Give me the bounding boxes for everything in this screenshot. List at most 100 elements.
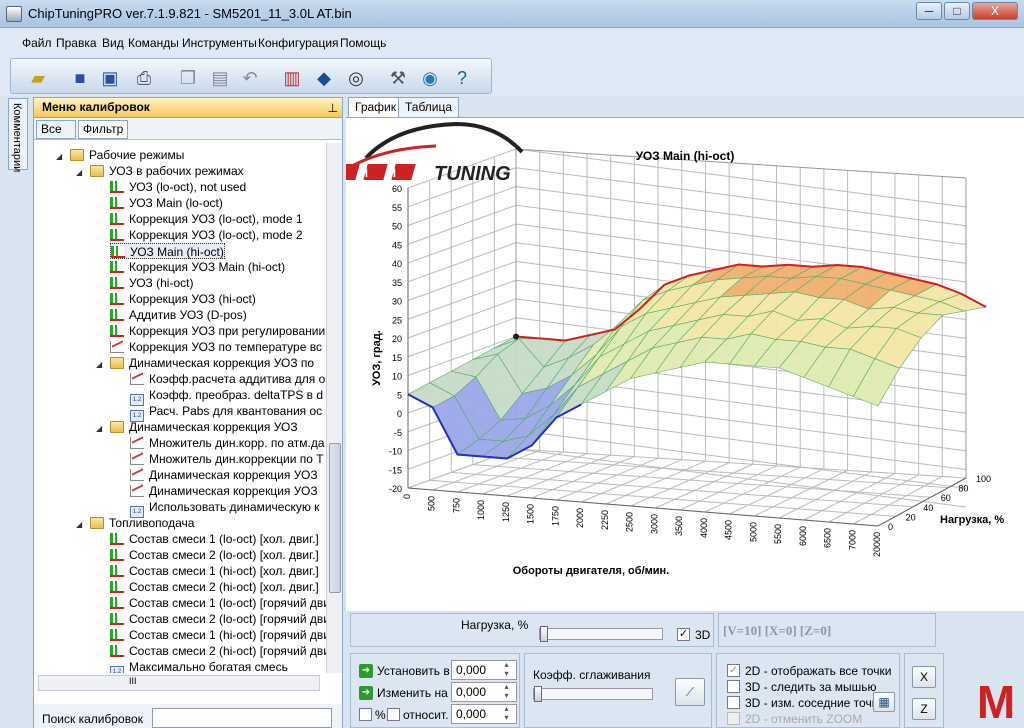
y-gridline-left (407, 242, 517, 283)
pin-icon[interactable]: ⊥ (328, 99, 338, 117)
tree-item[interactable]: Коррекция УОЗ при регулировании (110, 323, 325, 339)
relative-value-input[interactable]: 0,000 (451, 704, 517, 724)
tree-item[interactable]: УОЗ (hi-oct) (110, 275, 193, 291)
tree-item[interactable]: Состав смеси 1 (hi-oct) [хол. двиг.] (110, 563, 319, 579)
percent-checkbox[interactable] (359, 708, 372, 721)
percent-label: % (375, 708, 386, 722)
search-map-icon[interactable]: ◎ (343, 65, 369, 91)
tree-folder[interactable]: ◢ Динамическая коррекция УОЗ по (96, 355, 314, 371)
menu-commands[interactable]: Команды (128, 36, 179, 50)
compare-icon[interactable]: ▥ (279, 65, 305, 91)
smooth-apply-button[interactable]: ⟋ (675, 678, 705, 706)
save-as-icon[interactable]: ▣ (97, 65, 123, 91)
undo-icon[interactable]: ↶ (237, 65, 263, 91)
y-tick-label: 50 (392, 222, 402, 232)
tree-item[interactable]: Состав смеси 1 (lo-oct) [хол. двиг.] (110, 531, 319, 547)
checkbox-3d[interactable]: ✓ (677, 628, 690, 641)
expand-arrow-icon[interactable]: ◢ (56, 149, 66, 165)
chart-area[interactable]: УОЗ Main (hi-oct) -20 -15 -10 -5 0 5 10 15 20 25 30… (346, 117, 1024, 611)
comments-side-tab[interactable]: Комментарии (8, 98, 28, 172)
tree-item[interactable]: Коэфф.расчета аддитива для о (130, 371, 325, 387)
print-icon[interactable]: ⎙ (131, 65, 157, 91)
tree-item[interactable]: Множитель дин.корр. по атм.да (130, 435, 325, 451)
opt-follow-mouse-checkbox[interactable] (727, 680, 740, 693)
tree-item[interactable]: Коррекция УОЗ (hi-oct) (110, 291, 256, 307)
tab-all[interactable]: Все (36, 120, 76, 139)
tree-item[interactable]: 1.2 Максимально богатая смесь (110, 659, 288, 673)
surface-chart[interactable]: УОЗ Main (hi-oct) -20 -15 -10 -5 0 5 10 15 20 25 30… (346, 118, 1024, 612)
menu-config[interactable]: Конфигурация (258, 36, 339, 50)
tree-item[interactable]: Коррекция УОЗ Main (hi-oct) (110, 259, 285, 275)
tree-item[interactable]: Коррекция УОЗ по температуре вс (110, 339, 322, 355)
z-axis-button[interactable]: Z (912, 698, 936, 720)
maximize-button[interactable]: □ (944, 2, 970, 20)
tree-item[interactable]: 1.2 Расч. Pabs для квантования ос (130, 403, 322, 422)
tree-item[interactable]: УОЗ Main (hi-oct) (110, 243, 225, 259)
tree-folder[interactable]: ◢ Топливоподача (76, 515, 194, 531)
menu-view[interactable]: Вид (102, 36, 124, 50)
scroll-thumb[interactable] (329, 443, 341, 593)
expand-arrow-icon[interactable]: ◢ (96, 357, 106, 373)
tree-vertical-scrollbar[interactable] (326, 143, 342, 673)
tree-folder[interactable]: ◢ УОЗ в рабочих режимах (76, 163, 244, 179)
tree-item[interactable]: Состав смеси 2 (lo-oct) [горячий дви (110, 611, 330, 627)
settings-icon[interactable]: ⚒ (385, 65, 411, 91)
opt-zoom-checkbox[interactable] (727, 712, 740, 725)
open-folder-icon[interactable]: ▰ (25, 65, 51, 91)
tree-item[interactable]: Коррекция УОЗ (lo-oct), mode 2 (110, 227, 303, 243)
apply-set-icon[interactable]: ➜ (359, 664, 373, 678)
copy-icon[interactable]: ❐ (175, 65, 201, 91)
tree-item[interactable]: Состав смеси 2 (hi-oct) [горячий дви (110, 643, 330, 659)
tree-folder[interactable]: ◢ Динамическая коррекция УОЗ (96, 419, 298, 435)
tab-filter[interactable]: Фильтр (78, 120, 129, 139)
tree-item[interactable]: УОЗ (lo-oct), not used (110, 179, 246, 195)
smoothing-slider-knob[interactable] (534, 686, 542, 702)
y-gridline-back (515, 148, 967, 208)
tree-item[interactable]: Состав смеси 1 (lo-oct) [горячий дви (110, 595, 330, 611)
opt-show-all-checkbox[interactable]: ✓ (727, 664, 740, 677)
tree-item[interactable]: Коррекция УОЗ (lo-oct), mode 1 (110, 211, 303, 227)
info-icon[interactable]: ◆ (311, 65, 337, 91)
tree-item[interactable]: Состав смеси 1 (hi-oct) [горячий дви (110, 627, 330, 643)
expand-arrow-icon[interactable]: ◢ (96, 421, 106, 437)
expand-arrow-icon[interactable]: ◢ (76, 165, 86, 181)
expand-arrow-icon[interactable]: ◢ (76, 517, 86, 533)
tree-item[interactable]: Состав смеси 2 (hi-oct) [хол. двиг.] (110, 579, 319, 595)
x-axis-button[interactable]: X (912, 666, 936, 688)
z-tick-label: 60 (941, 493, 951, 503)
web-icon[interactable]: ◉ (417, 65, 443, 91)
tab-table[interactable]: Таблица (398, 97, 460, 117)
load-slider-knob[interactable] (540, 626, 548, 642)
minimize-button[interactable]: ─ (916, 2, 942, 20)
menu-edit[interactable]: Правка (56, 36, 97, 50)
grid-icon[interactable]: ▦ (873, 692, 895, 712)
smoothing-slider[interactable] (533, 686, 653, 702)
load-slider[interactable] (539, 626, 663, 642)
set-value-input[interactable]: 0,000 (451, 660, 517, 680)
menu-help[interactable]: Помощь (340, 36, 386, 50)
paste-icon[interactable]: ▤ (207, 65, 233, 91)
x-tick-label: 2250 (600, 510, 610, 530)
tab-graph[interactable]: График (348, 97, 403, 118)
menu-file[interactable]: Файл (22, 36, 52, 50)
search-input[interactable] (152, 708, 332, 728)
tree-horizontal-scrollbar[interactable]: III (38, 675, 320, 691)
map-table-icon (110, 309, 124, 321)
change-value-input[interactable]: 0,000 (451, 682, 517, 702)
save-icon[interactable]: ■ (67, 65, 93, 91)
tree-item[interactable]: 1.2 Использовать динамическую к (130, 499, 319, 518)
tree-item[interactable]: Динамическая коррекция УОЗ (130, 467, 318, 483)
tree-item[interactable]: Аддитив УОЗ (D-pos) (110, 307, 247, 323)
help-icon[interactable]: ? (449, 65, 475, 91)
close-button[interactable]: X (972, 2, 1018, 20)
tree-folder[interactable]: ◢ Рабочие режимы (56, 147, 184, 163)
tree-item[interactable]: Динамическая коррекция УОЗ (130, 483, 318, 499)
menu-tools[interactable]: Инструменты (182, 36, 257, 50)
relative-checkbox[interactable] (387, 708, 400, 721)
tree-item[interactable]: Состав смеси 2 (lo-oct) [хол. двиг.] (110, 547, 319, 563)
tree-item[interactable]: УОЗ Main (lo-oct) (110, 195, 223, 211)
tree-item[interactable]: 1.2 Коэфф. преобраз. deltaTPS в d (130, 387, 323, 406)
opt-neighbor-checkbox[interactable] (727, 696, 740, 709)
apply-change-icon[interactable]: ➜ (359, 686, 373, 700)
tree-item[interactable]: Множитель дин.коррекции по Т (130, 451, 324, 467)
